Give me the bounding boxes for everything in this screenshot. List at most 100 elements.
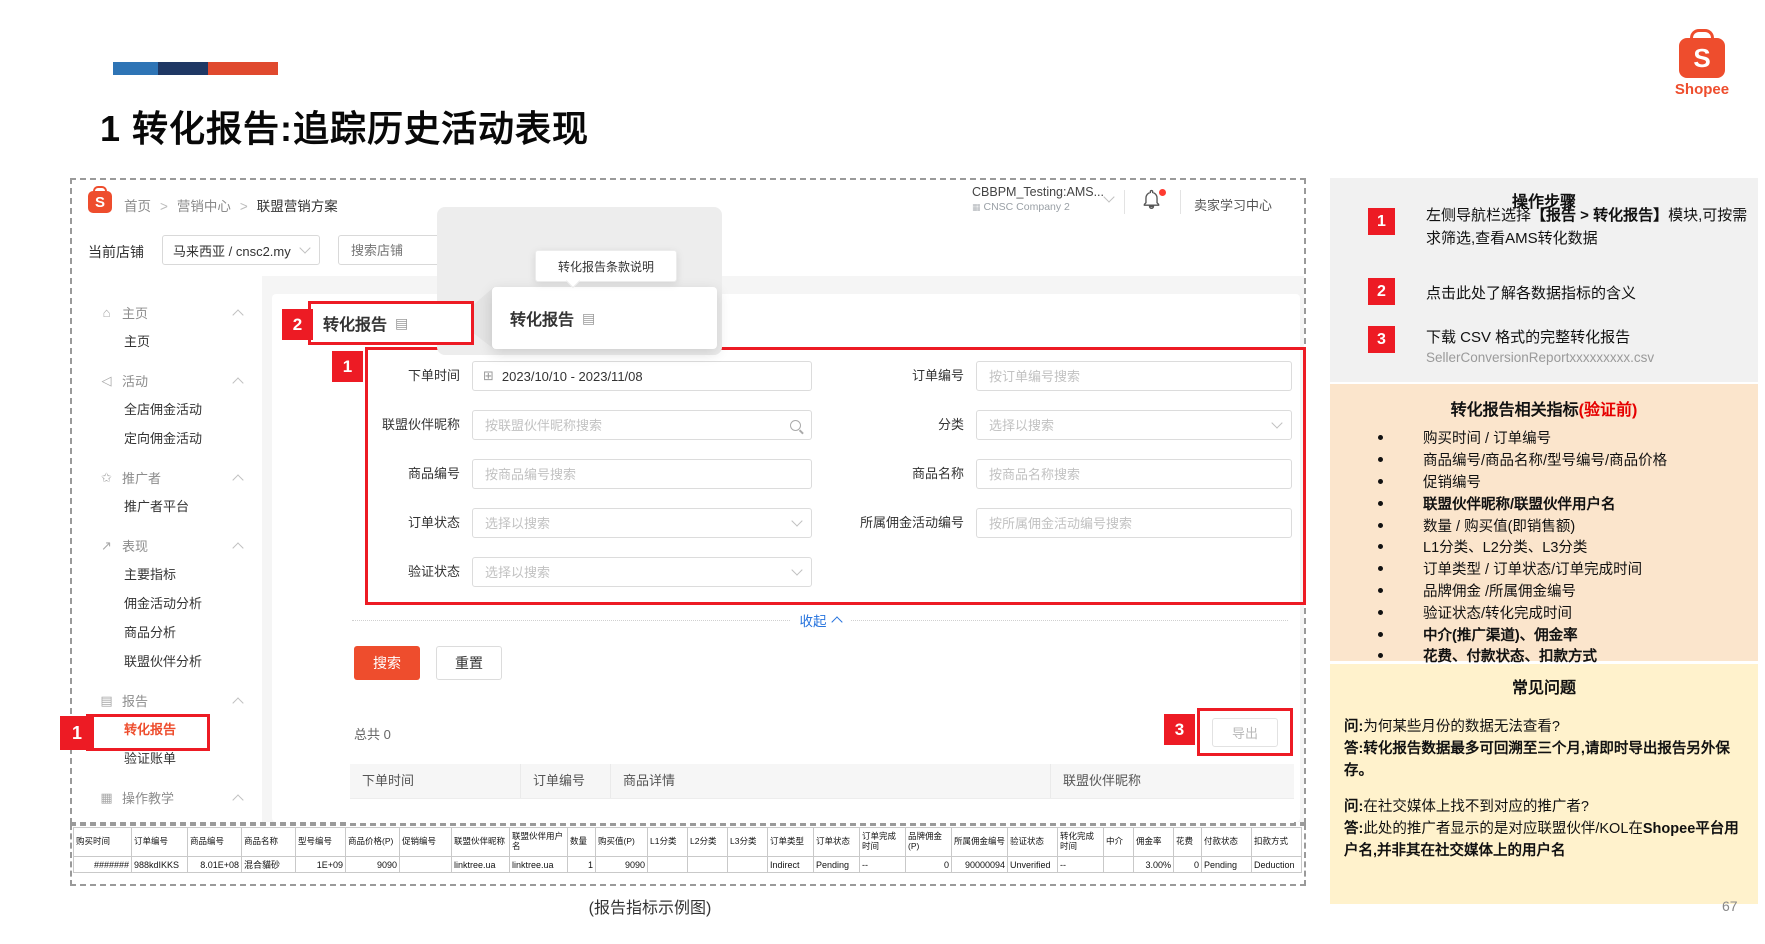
csv-cell: Unverified [1008, 857, 1058, 873]
sidebar-item-佣金活动分析[interactable]: 佣金活动分析 [72, 589, 262, 618]
bullet-dot [1378, 523, 1383, 528]
notification-bell-icon[interactable] [1142, 189, 1166, 215]
item-id-input[interactable] [483, 466, 801, 483]
list-icon[interactable]: ▤ [582, 310, 595, 327]
csv-cell [648, 857, 688, 873]
store-select[interactable]: 马来西亚 / cnsc2.my [162, 235, 320, 265]
bullet-dot [1378, 435, 1383, 440]
bullet-dot [1378, 653, 1383, 658]
csv-col-header: 品牌佣金(P) [906, 828, 952, 857]
metrics-title-red: (验证前) [1579, 402, 1638, 419]
chevron-down-icon[interactable] [1103, 191, 1114, 202]
account-menu[interactable]: CBBPM_Testing:AMS... ▦CNSC Company 2 [972, 185, 1102, 213]
conversion-report-panel: 2 转化报告 ▤ 1 下单时间 ⊞ 2023/10/10 - 2023/11/0… [272, 294, 1300, 822]
csv-col-header: 转化完成时间 [1058, 828, 1104, 857]
dotted-divider [352, 620, 790, 621]
order-status-select-input[interactable] [483, 515, 793, 532]
breadcrumb-marketing[interactable]: 营销中心 [177, 199, 231, 214]
date-range-input[interactable]: ⊞ 2023/10/10 - 2023/11/08 [472, 361, 812, 391]
chevron-up-icon [232, 697, 243, 708]
bullet-dot [1378, 544, 1383, 549]
csv-cell: 9090 [346, 857, 400, 873]
csv-cell: linktree.ua [510, 857, 568, 873]
csv-col-header: 购买时间 [74, 828, 132, 857]
order-status-select[interactable] [472, 508, 812, 538]
col-affiliate: 联盟伙伴昵称 [1050, 764, 1294, 798]
csv-cell: -- [1058, 857, 1104, 873]
result-table-header: 下单时间 订单编号 商品详情 联盟伙伴昵称 [350, 764, 1294, 799]
page-number: 67 [1722, 898, 1738, 914]
sidebar-group-操作教学[interactable]: ▦操作教学 [72, 783, 262, 812]
metric-bullet: 中介(推广渠道)、佣金率 [1330, 623, 1758, 645]
chevron-up-icon [232, 309, 243, 320]
sidebar-group-表现[interactable]: ↗表现 [72, 531, 262, 560]
annotation-badge-2: 2 [282, 309, 313, 340]
faq-question-1: 问:为何某些月份的数据无法查看? [1344, 716, 1744, 738]
bullet-dot [1378, 479, 1383, 484]
shopee-small-logo-icon[interactable]: S [88, 191, 112, 213]
verify-status-select[interactable] [472, 557, 812, 587]
faq-body: 问:为何某些月份的数据无法查看? 答:转化报告数据最多可回溯至三个月,请即时导出… [1330, 698, 1758, 862]
csv-cell: Deduction [1252, 857, 1302, 873]
csv-cell: Pending [814, 857, 860, 873]
csv-cell: 1E+09 [296, 857, 346, 873]
csv-col-header: 订单类型 [768, 828, 814, 857]
sidebar-item-主要指标[interactable]: 主要指标 [72, 560, 262, 589]
csv-col-header: 所属佣金编号 [952, 828, 1008, 857]
filter-label-order-time: 下单时间 [368, 361, 460, 391]
csv-sample-table-wrap: 购买时间订单编号商品编号商品名称型号编号商品价格(P)促销编号联盟伙伴昵称联盟伙… [70, 824, 1306, 886]
sidebar-group-报告[interactable]: ▤报告 [72, 686, 262, 715]
list-icon[interactable]: ▤ [395, 315, 408, 332]
sidebar-item-定向佣金活动[interactable]: 定向佣金活动 [72, 424, 262, 453]
faq-answer-1: 答:转化报告数据最多可回溯至三个月,请即时导出报告另外保存。 [1344, 738, 1744, 782]
divider [1124, 190, 1125, 214]
category-select[interactable] [976, 410, 1292, 440]
breadcrumb: 首页>营销中心>联盟营销方案 [124, 195, 338, 215]
csv-col-header: 购买值(P) [596, 828, 648, 857]
category-select-input[interactable] [987, 417, 1273, 434]
sidebar-item-商品分析[interactable]: 商品分析 [72, 618, 262, 647]
item-id-input-wrap [472, 459, 812, 489]
breadcrumb-home[interactable]: 首页 [124, 199, 151, 214]
collapse-row: 收起 [352, 610, 1288, 630]
sidebar-item-联盟伙伴分析[interactable]: 联盟伙伴分析 [72, 647, 262, 676]
csv-cell: Indirect [768, 857, 814, 873]
bullet-dot [1378, 457, 1383, 462]
csv-col-header: 商品名称 [242, 828, 296, 857]
step-text-1: 左侧导航栏选择【报告 > 转化报告】模块,可按需求筛选,查看AMS转化数据 [1426, 204, 1750, 250]
metric-bullet: 验证状态/转化完成时间 [1330, 601, 1758, 623]
collapse-link[interactable]: 收起 [800, 610, 841, 630]
csv-cell: 0 [906, 857, 952, 873]
item-name-input[interactable] [987, 466, 1281, 483]
sidebar-item-主页[interactable]: 主页 [72, 327, 262, 356]
sidebar-item-推广者平台[interactable]: 推广者平台 [72, 492, 262, 521]
order-id-input[interactable] [987, 368, 1281, 385]
verify-status-select-input[interactable] [483, 564, 793, 581]
item-name-input-wrap [976, 459, 1292, 489]
search-button[interactable]: 搜索 [354, 646, 420, 680]
col-order-id: 订单编号 [520, 764, 610, 798]
sidebar-group-推广者[interactable]: ✩推广者 [72, 463, 262, 492]
sidebar-group-活动[interactable]: ◁活动 [72, 366, 262, 395]
csv-cell [728, 857, 768, 873]
csv-col-header: 商品价格(P) [346, 828, 400, 857]
decorative-bars [113, 62, 278, 75]
total-count: 总共 0 [354, 724, 391, 743]
report-icon: ▤ [98, 693, 115, 709]
promoter-icon: ✩ [98, 470, 115, 486]
campaign-id-input[interactable] [987, 515, 1281, 532]
chevron-up-icon [232, 377, 243, 388]
seller-center-body: ⌂主页主页 ◁活动全店佣金活动定向佣金活动 ✩推广者推广者平台 ↗表现主要指标佣金活动… [72, 276, 1304, 822]
affiliate-input-wrap [472, 410, 812, 440]
csv-col-header: 型号编号 [296, 828, 346, 857]
csv-col-header: 扣款方式 [1252, 828, 1302, 857]
seller-learning-center-link[interactable]: 卖家学习中心 [1194, 195, 1272, 214]
dotted-divider [851, 620, 1289, 621]
annotation-box-export: 导出 [1197, 708, 1293, 756]
account-company: ▦CNSC Company 2 [972, 201, 1102, 213]
reset-button[interactable]: 重置 [436, 646, 502, 680]
sidebar-group-主页[interactable]: ⌂主页 [72, 298, 262, 327]
export-button[interactable]: 导出 [1212, 718, 1278, 747]
affiliate-input[interactable] [483, 417, 784, 434]
sidebar-item-全店佣金活动[interactable]: 全店佣金活动 [72, 395, 262, 424]
